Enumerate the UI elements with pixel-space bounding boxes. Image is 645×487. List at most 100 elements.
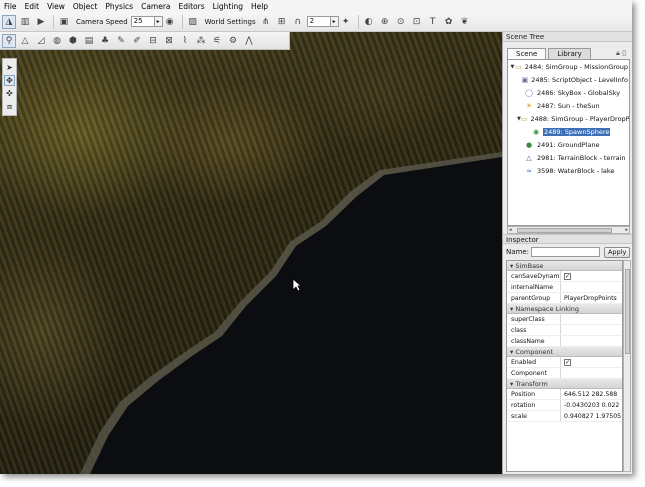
forest-icon[interactable]: ♣ xyxy=(98,34,112,48)
road-icon[interactable]: ⊟ xyxy=(146,34,160,48)
settings-icon[interactable]: ✿ xyxy=(442,15,456,29)
apply-button[interactable]: Apply xyxy=(604,246,630,258)
menu-file[interactable]: File xyxy=(4,2,17,11)
mesh-road-icon[interactable]: ⌇ xyxy=(178,34,192,48)
property-value[interactable] xyxy=(561,336,622,346)
decal-icon[interactable]: ✐ xyxy=(130,34,144,48)
world-settings-icon[interactable]: ▨ xyxy=(186,15,200,29)
tree-item[interactable]: ▼▭2488: SimGroup - PlayerDropPoints xyxy=(508,112,629,125)
scene-tree[interactable]: ▼ ▭ 2484: SimGroup - MissionGroup ▣ 2485: Sc… xyxy=(507,59,630,226)
move-tool-icon[interactable]: ✥ xyxy=(4,75,15,86)
scrollbar-thumb[interactable] xyxy=(625,269,630,354)
3d-viewport[interactable] xyxy=(0,32,502,474)
property-value[interactable]: -0.0430203 0.022 xyxy=(561,400,622,410)
arrow-tool-icon[interactable]: ➤ xyxy=(4,62,15,73)
magnet-icon[interactable]: ∩ xyxy=(291,15,305,29)
bounds-icon[interactable]: ⊡ xyxy=(410,15,424,29)
eye-icon[interactable]: ◉ xyxy=(163,15,177,29)
render-icon[interactable]: ✦ xyxy=(339,15,353,29)
play-icon[interactable]: ▶ xyxy=(34,15,48,29)
property-group-header[interactable]: ▾ SimBase xyxy=(507,261,622,271)
river-icon[interactable]: ⊠ xyxy=(162,34,176,48)
image-icon[interactable]: ▤ xyxy=(82,34,96,48)
vehicle-icon[interactable]: ⚙ xyxy=(226,34,240,48)
lock-icon[interactable]: 🔒︎ xyxy=(616,49,620,57)
menu-lighting[interactable]: Lighting xyxy=(213,2,243,11)
snap-dropdown-icon[interactable]: ▸ xyxy=(330,16,339,27)
name-input[interactable] xyxy=(531,247,601,257)
tree-item[interactable]: ▣ 2485: ScriptObject - LevelInfo xyxy=(508,73,629,86)
inspector-vertical-scrollbar[interactable] xyxy=(623,260,631,472)
scroll-left-icon[interactable]: ◂ xyxy=(509,227,512,233)
property-group-header[interactable]: ▾ Namespace Linking xyxy=(507,304,622,314)
tree-item-label: 2491: GroundPlane xyxy=(537,140,600,149)
world-editor-icon[interactable]: ◮ xyxy=(2,14,16,29)
camera-icon[interactable]: ▣ xyxy=(57,15,71,29)
property-value[interactable]: 0.940827 1.97505 xyxy=(561,411,622,421)
menu-object[interactable]: Object xyxy=(73,2,97,11)
menu-help[interactable]: Help xyxy=(251,2,268,11)
property-value[interactable]: 646.512 282.588 xyxy=(561,389,622,399)
camera-speed-input[interactable]: 25 xyxy=(130,16,155,27)
spawn-icon: ◉ xyxy=(532,127,540,136)
globe-icon[interactable]: ◍ xyxy=(50,34,64,48)
world-settings-label[interactable]: World Settings xyxy=(205,18,256,26)
checkbox[interactable]: ✓ xyxy=(564,273,571,280)
property-group-header[interactable]: ▾ Transform xyxy=(507,379,622,389)
property-name: className xyxy=(507,336,561,346)
tab-library[interactable]: Library xyxy=(548,48,591,59)
navmesh-icon[interactable]: ⚟ xyxy=(210,34,224,48)
scene-tree-title: Scene Tree xyxy=(503,32,632,42)
particle-icon[interactable]: ⁂ xyxy=(194,34,208,48)
scroll-right-icon[interactable]: ▸ xyxy=(625,227,628,233)
menu-editors[interactable]: Editors xyxy=(179,2,205,11)
tree-item[interactable]: ☀ 2487: Sun - theSun xyxy=(508,99,629,112)
property-value[interactable]: ✓ xyxy=(561,271,622,281)
text-icon[interactable]: T xyxy=(426,15,440,29)
sphere-icon[interactable]: ◐ xyxy=(362,15,376,29)
property-value[interactable] xyxy=(561,314,622,324)
grid-snap-icon[interactable]: ⊞ xyxy=(275,15,289,29)
menu-bar: File Edit View Object Physics Camera Edi… xyxy=(0,0,632,12)
tree-item[interactable]: △ 2981: TerrainBlock - terrain xyxy=(508,151,629,164)
mesh-icon[interactable]: ⬢ xyxy=(66,34,80,48)
property-row: Component xyxy=(507,368,622,379)
tree-item[interactable]: ● 2491: GroundPlane xyxy=(508,138,629,151)
menu-physics[interactable]: Physics xyxy=(105,2,133,11)
scrollbar-thumb[interactable] xyxy=(517,228,612,233)
scale-tool-icon[interactable]: ⧈ xyxy=(4,101,15,112)
center-icon[interactable]: ⊕ xyxy=(378,15,392,29)
tree-item[interactable]: ◯ 2486: SkyBox - GlobalSky xyxy=(508,86,629,99)
property-group-header[interactable]: ▾ Component xyxy=(507,347,622,357)
tree-item[interactable]: ◉ 2489: SpawnSphere xyxy=(508,125,629,138)
property-value[interactable] xyxy=(561,325,622,335)
terrain-painter-icon[interactable]: ◿ xyxy=(34,34,48,48)
property-value[interactable]: ✓ xyxy=(561,357,622,367)
tab-scene[interactable]: Scene xyxy=(507,48,547,59)
property-value[interactable] xyxy=(561,282,622,292)
checkbox[interactable]: ✓ xyxy=(564,359,571,366)
main-toolbar: ◮ ▥ ▶ ▣ Camera Speed 25 ▸ ◉ ▨ World Sett… xyxy=(0,12,632,32)
tree-item[interactable]: ▼ ▭ 2484: SimGroup - MissionGroup xyxy=(508,60,629,73)
tree-item[interactable]: ≈3598: WaterBlock - lake xyxy=(508,164,629,177)
bird-icon[interactable]: ❦ xyxy=(458,15,472,29)
brush-icon[interactable]: ✎ xyxy=(114,34,128,48)
trash-icon[interactable]: ▯ xyxy=(622,49,626,57)
menu-edit[interactable]: Edit xyxy=(25,2,40,11)
property-value[interactable]: PlayerDropPoints xyxy=(561,293,622,303)
menu-view[interactable]: View xyxy=(47,2,65,11)
rotate-tool-icon[interactable]: ✜ xyxy=(4,88,15,99)
tree-horizontal-scrollbar[interactable]: ◂ ▸ xyxy=(507,226,630,234)
pivot-icon[interactable]: ⊙ xyxy=(394,15,408,29)
terrain-editor-icon[interactable]: △ xyxy=(18,34,32,48)
property-value[interactable] xyxy=(561,368,622,378)
road-editor-icon[interactable]: ⋀ xyxy=(242,34,256,48)
select-tool-icon[interactable]: ⚲ xyxy=(2,33,16,48)
snap-icon[interactable]: ⋔ xyxy=(259,15,273,29)
lake-water xyxy=(80,152,502,474)
gui-editor-icon[interactable]: ▥ xyxy=(18,15,32,29)
camera-speed-dropdown-icon[interactable]: ▸ xyxy=(154,16,163,27)
snap-value-input[interactable]: 2 xyxy=(306,16,331,27)
name-row: Name: Apply xyxy=(506,246,630,258)
menu-camera[interactable]: Camera xyxy=(141,2,170,11)
